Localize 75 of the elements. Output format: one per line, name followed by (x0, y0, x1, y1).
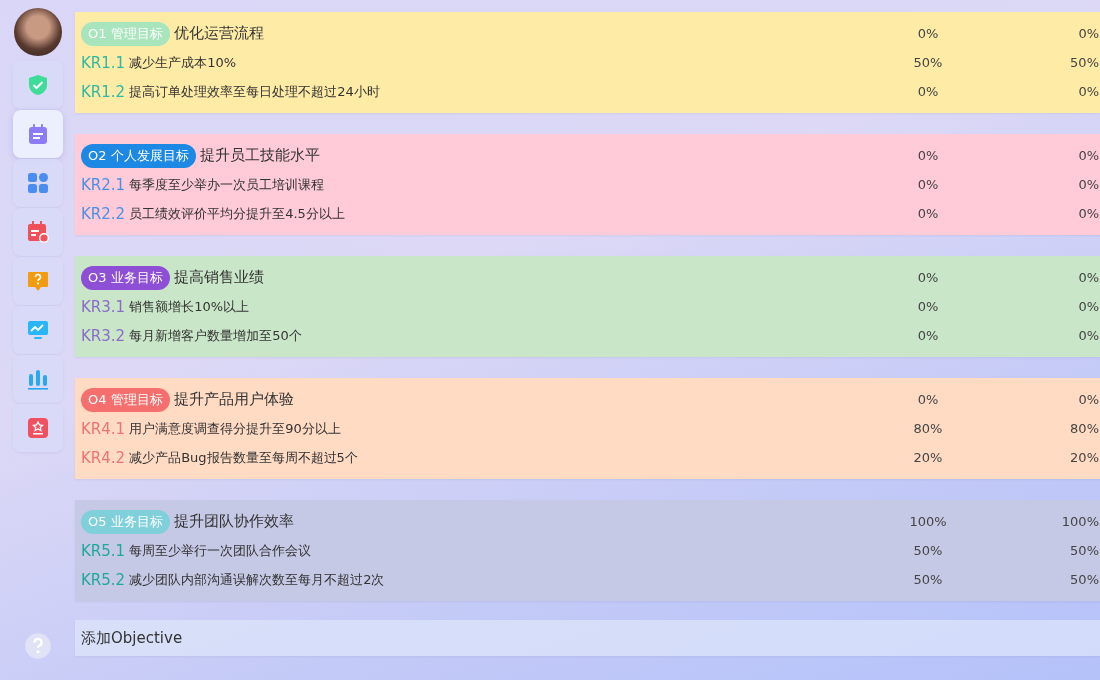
percent-value: 50% (912, 543, 944, 558)
percent-value: 0% (916, 299, 940, 314)
calendar-clock-icon (25, 220, 50, 244)
help-icon[interactable] (23, 632, 52, 660)
grid-icon (25, 171, 50, 195)
percent-value: 0% (916, 148, 940, 163)
percent-value: 50% (1069, 543, 1099, 558)
percent-value: 0% (1077, 206, 1099, 221)
percent-value: 0% (1077, 328, 1099, 343)
percent-value: 50% (1069, 572, 1099, 587)
percent-value: 100% (908, 514, 948, 529)
key-result-code: KR4.2 (81, 448, 126, 467)
percent-value: 0% (1077, 26, 1099, 41)
percent-value: 0% (916, 328, 940, 343)
percent-value: 100% (1060, 514, 1099, 529)
objective-title: 提高销售业绩 (173, 268, 264, 287)
key-result-code: KR2.1 (81, 175, 126, 194)
key-result-code: KR2.2 (81, 204, 126, 223)
key-result-code: KR1.2 (81, 82, 126, 101)
percent-value: 0% (1077, 270, 1099, 285)
key-result-code: KR1.1 (81, 53, 126, 72)
key-result-text: 每月新增客户数量增加至50个 (129, 326, 302, 345)
key-result-text: 减少生产成本10% (129, 53, 237, 72)
key-result-code: KR5.1 (81, 541, 126, 560)
percent-value: 50% (1069, 55, 1099, 70)
sidebar-item[interactable] (12, 355, 63, 403)
percent-value: 20% (1069, 450, 1099, 465)
objective-tag[interactable]: O4 管理目标 (81, 387, 170, 412)
key-result-code: KR4.1 (81, 419, 126, 438)
percent-value: 0% (916, 392, 940, 407)
percent-value: 0% (916, 26, 940, 41)
percent-value: 0% (1077, 84, 1099, 99)
key-result-code: KR3.2 (81, 326, 126, 345)
question-bubble-icon (25, 269, 50, 293)
key-result-code: KR5.2 (81, 570, 126, 589)
percent-value: 0% (916, 84, 940, 99)
sidebar-item[interactable] (12, 208, 63, 256)
key-result-code: KR3.1 (81, 297, 126, 316)
objective-tag[interactable]: O3 业务目标 (81, 265, 170, 290)
sidebar-item[interactable] (12, 306, 63, 354)
key-result-text: 减少团队内部沟通误解次数至每月不超过2次 (129, 570, 385, 589)
objective-tag[interactable]: O2 个人发展目标 (81, 143, 196, 168)
bar-chart-icon (25, 367, 50, 391)
percent-value: 0% (916, 206, 940, 221)
percent-value: 80% (912, 421, 944, 436)
percent-value: 80% (1069, 421, 1099, 436)
avatar-photo-placeholder[interactable] (13, 8, 62, 56)
key-result-text: 提高订单处理效率至每日处理不超过24小时 (129, 82, 380, 101)
percent-value: 50% (912, 572, 944, 587)
monitor-chart-icon (25, 318, 50, 342)
objective-title: 提升员工技能水平 (199, 146, 320, 165)
percent-value: 0% (916, 177, 940, 192)
key-result-text: 减少产品Bug报告数量至每周不超过5个 (129, 448, 358, 467)
percent-value: 0% (1077, 392, 1099, 407)
key-result-text: 用户满意度调查得分提升至90分以上 (129, 419, 341, 438)
percent-value: 0% (1077, 299, 1099, 314)
key-result-text: 销售额增长10%以上 (129, 297, 250, 316)
sidebar-item[interactable] (12, 159, 63, 207)
sidebar-item[interactable] (12, 61, 63, 109)
sidebar-item[interactable] (12, 404, 63, 452)
badge-icon (25, 416, 50, 440)
percent-value: 0% (916, 270, 940, 285)
percent-value: 50% (912, 55, 944, 70)
objective-title: 优化运营流程 (173, 24, 264, 43)
objective-title: 提升团队协作效率 (173, 512, 294, 531)
key-result-text: 员工绩效评价平均分提升至4.5分以上 (129, 204, 345, 223)
sidebar-item[interactable] (12, 110, 63, 158)
sidebar-item[interactable] (12, 257, 63, 305)
key-result-text: 每季度至少举办一次员工培训课程 (129, 175, 325, 194)
percent-value: 0% (1077, 177, 1099, 192)
key-result-text: 每周至少举行一次团队合作会议 (129, 541, 312, 560)
objective-title: 提升产品用户体验 (173, 390, 294, 409)
add-objective-button[interactable]: 添加Objective (75, 620, 1100, 656)
percent-value: 20% (912, 450, 944, 465)
percent-value: 0% (1077, 148, 1099, 163)
